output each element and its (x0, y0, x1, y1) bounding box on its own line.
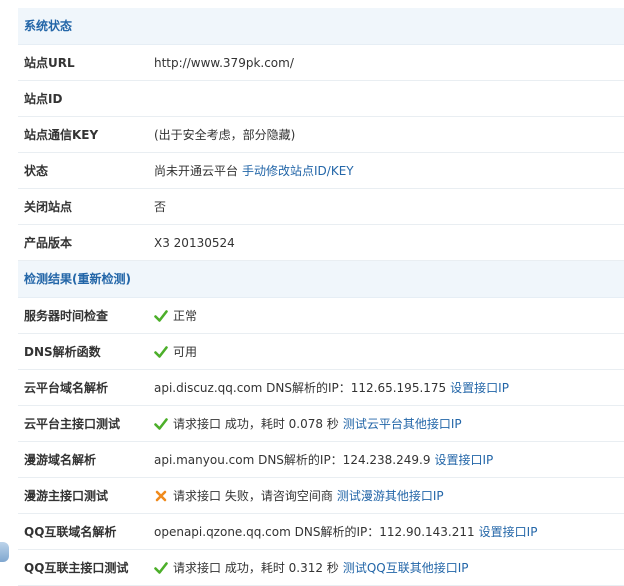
row-value: 尚未开通云平台 手动修改站点ID/KEY (154, 162, 624, 179)
row-label: QQ互联主接口测试 (24, 561, 129, 575)
row-value: 请求接口 成功，耗时 0.078 秒测试云平台其他接口IP (154, 415, 624, 432)
action-link[interactable]: 设置接口IP (479, 523, 538, 540)
action-link[interactable]: 设置接口IP (434, 451, 493, 468)
result-text: 正常 (173, 309, 198, 323)
row-label: 漫游域名解析 (24, 453, 97, 467)
check-row: QQ互联主接口测试 请求接口 成功，耗时 0.312 秒测试QQ互联其他接口IP (18, 550, 624, 586)
row-value: X3 20130524 (154, 235, 235, 250)
check-icon (154, 561, 168, 575)
check-row: 漫游主接口测试 请求接口 失败，请咨询空间商 测试漫游其他接口IP (18, 478, 624, 514)
row-value: 正常 (154, 307, 624, 324)
row-value: 可用 (154, 343, 624, 360)
row-label: DNS解析函数 (24, 345, 101, 359)
result-text: 请求接口 失败，请咨询空间商 (173, 489, 333, 503)
modify-site-id-key-link[interactable]: 手动修改站点ID/KEY (242, 162, 354, 179)
result-text: 请求接口 成功，耗时 0.078 秒 (173, 417, 339, 431)
row-value: api.manyou.com DNS解析的IP：124.238.249.9 设置接… (154, 451, 624, 468)
section-title-prefix: 检测结果( (24, 272, 78, 286)
row-value: http://www.379pk.com/ (154, 55, 294, 70)
action-link[interactable]: 测试漫游其他接口IP (337, 487, 444, 504)
row-value: 请求接口 失败，请咨询空间商 测试漫游其他接口IP (154, 487, 624, 504)
row-value: api.discuz.qq.com DNS解析的IP：112.65.195.17… (154, 379, 624, 396)
row-site-id: 站点ID (18, 81, 624, 117)
action-link[interactable]: 测试QQ互联其他接口IP (343, 559, 469, 576)
row-status: 状态 尚未开通云平台 手动修改站点ID/KEY (18, 153, 624, 189)
row-label: 云平台域名解析 (24, 381, 109, 395)
row-site-key: 站点通信KEY (出于安全考虑，部分隐藏) (18, 117, 624, 153)
row-site-url: 站点URL http://www.379pk.com/ (18, 45, 624, 81)
row-label: QQ互联域名解析 (24, 525, 117, 539)
check-row: 服务器时间检查 正常 (18, 298, 624, 334)
row-label: 云平台主接口测试 (24, 417, 121, 431)
status-panel: 系统状态 站点URL http://www.379pk.com/ 站点ID 站点… (18, 8, 624, 586)
row-label: 关闭站点 (24, 200, 73, 214)
row-value: 请求接口 成功，耗时 0.312 秒测试QQ互联其他接口IP (154, 559, 624, 576)
check-icon (154, 309, 168, 323)
result-text: 请求接口 成功，耗时 0.312 秒 (173, 561, 339, 575)
row-value: (出于安全考虑，部分隐藏) (154, 128, 296, 142)
row-value: 否 (154, 200, 167, 214)
row-label: 产品版本 (24, 236, 73, 250)
check-row: QQ互联域名解析 openapi.qzone.qq.com DNS解析的IP：11… (18, 514, 624, 550)
row-version: 产品版本 X3 20130524 (18, 225, 624, 261)
section-check-results: 检测结果(重新检测) (18, 261, 624, 298)
action-link[interactable]: 设置接口IP (450, 379, 509, 396)
section-title: 系统状态 (24, 19, 73, 33)
row-label: 站点通信KEY (24, 128, 99, 142)
section-title-suffix: ) (125, 272, 131, 286)
row-label: 站点ID (24, 92, 63, 106)
check-row: 云平台域名解析 api.discuz.qq.com DNS解析的IP：112.65… (18, 370, 624, 406)
result-text: 可用 (173, 345, 198, 359)
result-text: openapi.qzone.qq.com DNS解析的IP：112.90.143… (154, 525, 475, 539)
row-value: openapi.qzone.qq.com DNS解析的IP：112.90.143… (154, 523, 624, 540)
row-close-site: 关闭站点 否 (18, 189, 624, 225)
status-text: 尚未开通云平台 (154, 164, 239, 178)
row-label: 状态 (24, 164, 49, 178)
result-text: api.discuz.qq.com DNS解析的IP：112.65.195.17… (154, 381, 447, 395)
action-link[interactable]: 测试云平台其他接口IP (343, 415, 462, 432)
check-icon (154, 345, 168, 359)
section-system-status: 系统状态 (18, 8, 624, 45)
row-label: 服务器时间检查 (24, 309, 109, 323)
recheck-link[interactable]: 重新检测 (78, 272, 126, 286)
result-text: api.manyou.com DNS解析的IP：124.238.249.9 (154, 453, 431, 467)
check-row: 漫游域名解析 api.manyou.com DNS解析的IP：124.238.24… (18, 442, 624, 478)
check-row: 云平台主接口测试 请求接口 成功，耗时 0.078 秒测试云平台其他接口IP (18, 406, 624, 442)
row-label: 漫游主接口测试 (24, 489, 109, 503)
cross-icon (154, 489, 168, 503)
row-label: 站点URL (24, 56, 75, 70)
check-row: DNS解析函数 可用 (18, 334, 624, 370)
side-scroll-tab[interactable] (0, 542, 9, 562)
check-icon (154, 417, 168, 431)
check-results-list: 服务器时间检查 正常 DNS解析函数 可用云平台域名解析 api.discuz.qq.c… (18, 298, 624, 586)
